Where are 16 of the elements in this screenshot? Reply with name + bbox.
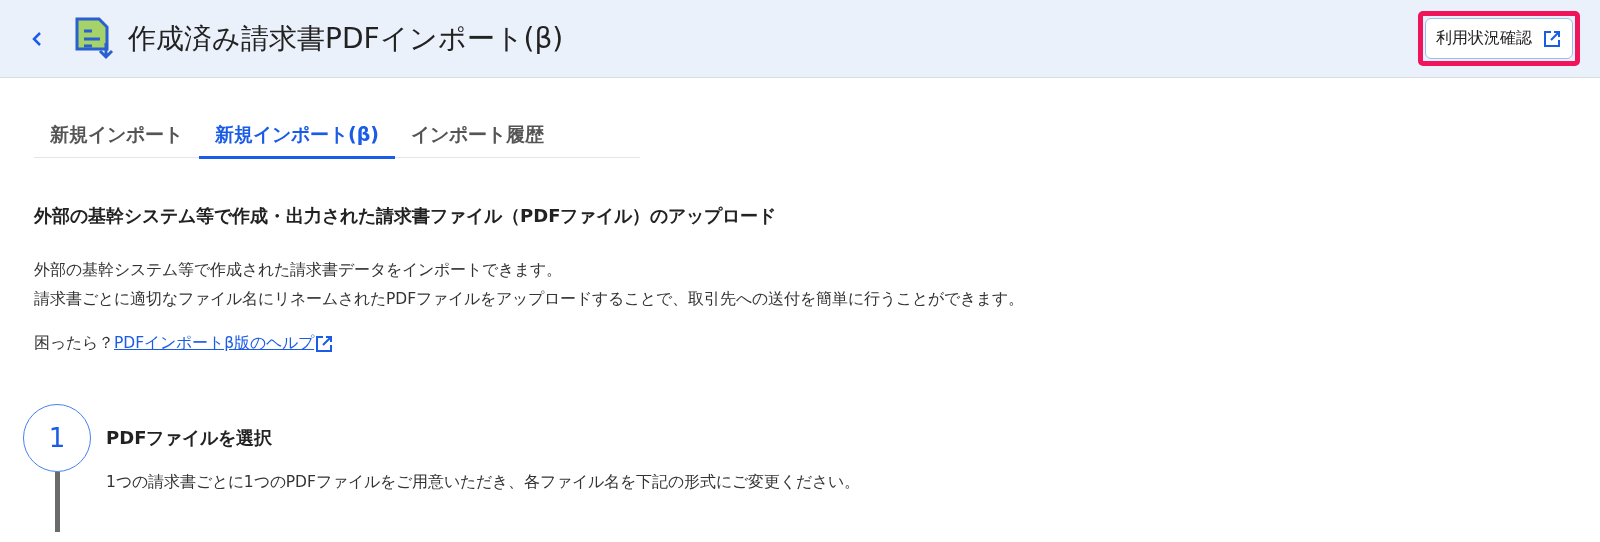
external-link-icon [1542,28,1562,49]
document-download-icon [74,16,114,61]
usage-status-button[interactable]: 利用状況確認 [1425,18,1573,59]
back-icon[interactable] [30,30,44,47]
step-description: 1つの請求書ごとに1つのPDFファイルをご用意いただき、各ファイル名を下記の形式にご変更ください。 [106,472,860,493]
help-prefix: 困ったら？ [34,333,114,354]
section-heading: 外部の基幹システム等で作成・出力された請求書ファイル（PDFファイル）のアップロード [34,204,778,228]
step-title: PDFファイルを選択 [106,426,274,450]
description-text: 請求書ごとに適切なファイル名にリネームされたPDFファイルをアップロードすることで、取引先への送付を簡単に行うことができます。 [34,289,1026,310]
tab[interactable]: 新規インポート [34,118,199,159]
external-link-icon [314,333,335,354]
help-link[interactable]: PDFインポートβ版のヘルプ [114,333,315,354]
tab[interactable]: 新規インポート(β) [199,118,395,159]
tab[interactable]: インポート履歴 [394,118,560,159]
description-text: 外部の基幹システム等で作成された請求書データをインポートできます。 [34,260,563,281]
page-title: 作成済み請求書PDFインポート(β) [128,20,565,57]
